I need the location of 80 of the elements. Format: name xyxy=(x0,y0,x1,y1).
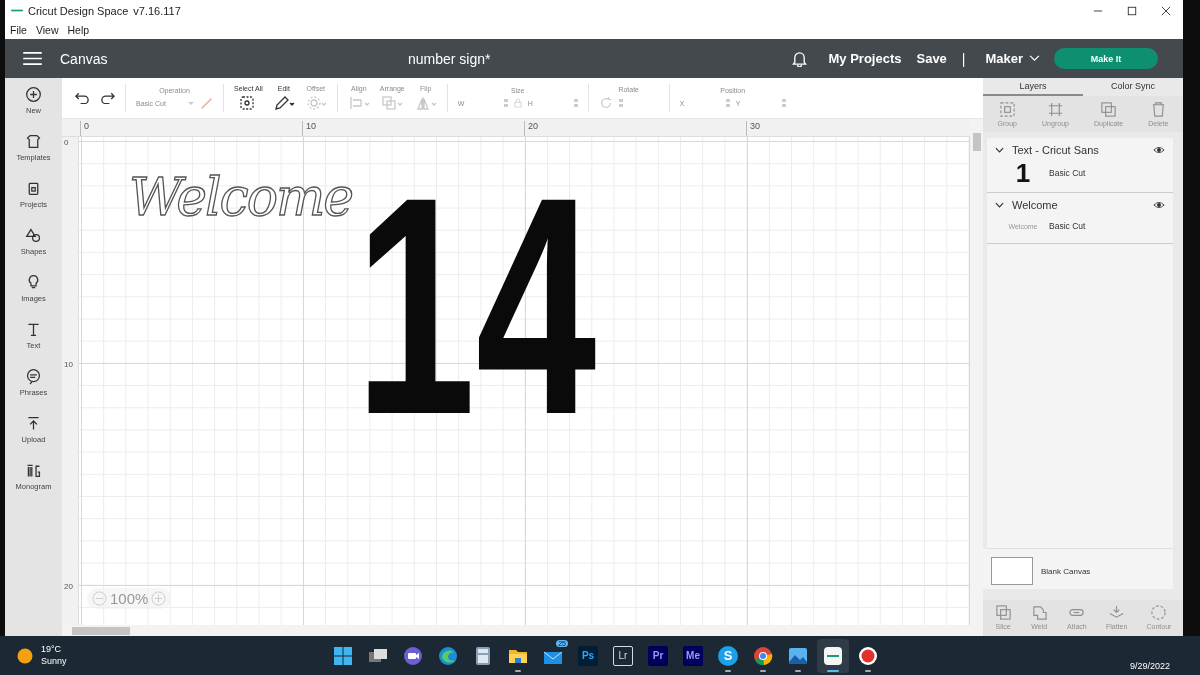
ruler-label: 10 xyxy=(302,121,316,136)
app-tile-icon[interactable]: Pr xyxy=(648,645,668,666)
flip-icon xyxy=(414,95,437,111)
window-title: Cricut Design Space xyxy=(28,4,129,17)
panel-tab[interactable]: Color Sync xyxy=(1083,78,1183,96)
photos-icon[interactable] xyxy=(788,645,808,666)
header-link[interactable]: My Projects xyxy=(828,51,902,66)
chevron-icon xyxy=(1029,55,1041,62)
eye-icon[interactable] xyxy=(1153,146,1165,154)
rotate-icon xyxy=(598,96,613,110)
temperature: 19°C xyxy=(41,644,63,656)
monogram-icon xyxy=(25,462,42,479)
menu-icon[interactable] xyxy=(23,52,42,65)
separator: | xyxy=(961,50,966,67)
maximize-icon[interactable] xyxy=(1127,5,1137,16)
project-name: number sign* xyxy=(408,50,491,67)
close-icon[interactable] xyxy=(1161,5,1171,16)
taskbar-date: 9/29/2022 xyxy=(1129,661,1170,671)
app-tile-icon[interactable]: Me xyxy=(683,645,703,666)
app-tile-icon[interactable]: Ps xyxy=(578,645,598,666)
shirt-icon xyxy=(25,133,42,150)
ruler-label: 30 xyxy=(746,121,760,136)
header-link[interactable]: Save xyxy=(916,51,947,66)
dashed-circle-icon xyxy=(1150,604,1168,621)
align-icon xyxy=(347,95,370,111)
machine-dropdown[interactable]: Maker xyxy=(985,51,1041,66)
vertical-scrollbar[interactable] xyxy=(970,119,983,636)
horizontal-scrollbar[interactable] xyxy=(62,625,970,636)
ruler-label: 0 xyxy=(64,139,70,148)
chevron-icon[interactable] xyxy=(995,147,1004,153)
arrange-icon xyxy=(381,95,404,111)
chat-icon[interactable] xyxy=(403,645,423,666)
sun-icon[interactable] xyxy=(17,647,33,664)
menu-item[interactable]: Help xyxy=(67,24,90,36)
ruler-label: 20 xyxy=(524,121,538,136)
number-text[interactable]: 14 xyxy=(355,151,597,461)
ruler-label: 20 xyxy=(64,583,74,592)
layer-name[interactable]: Welcome xyxy=(1012,199,1145,211)
duplicate-icon xyxy=(1100,101,1118,118)
record-icon[interactable] xyxy=(858,645,878,666)
group-icon xyxy=(998,101,1016,118)
add-icon xyxy=(25,86,42,103)
windows-start-icon[interactable] xyxy=(333,645,353,666)
section-title: Canvas xyxy=(60,50,109,67)
welcome-text[interactable]: Welcome xyxy=(129,169,353,227)
upload-icon xyxy=(25,415,42,432)
operation-label: Basic Cut xyxy=(1049,221,1086,231)
version-label: v7.16.117 xyxy=(133,4,181,17)
chevron-icon[interactable] xyxy=(995,202,1004,208)
grid-icon xyxy=(1047,101,1064,118)
calculator-icon[interactable] xyxy=(473,645,493,666)
app-logo-icon xyxy=(11,8,23,13)
browser-icon[interactable] xyxy=(753,645,773,666)
zoom-level: 100% xyxy=(110,590,149,607)
make-it-button[interactable]: Make It xyxy=(1054,48,1159,69)
browser-icon[interactable] xyxy=(438,645,458,666)
ruler-label: 10 xyxy=(64,361,74,370)
bell-icon[interactable] xyxy=(791,50,807,67)
speech-bubble-icon xyxy=(25,368,42,385)
redo-icon[interactable] xyxy=(100,92,115,104)
flatten-icon xyxy=(1108,604,1126,621)
menu-item[interactable]: File xyxy=(10,24,27,36)
ruler-label: 0 xyxy=(80,121,89,136)
offset-icon xyxy=(304,95,327,111)
weather-condition: Sunny xyxy=(41,655,67,667)
canvas-label: Blank Canvas xyxy=(1041,566,1091,576)
caret-icon xyxy=(188,101,194,105)
canvas-swatch[interactable] xyxy=(991,557,1033,585)
undo-icon[interactable] xyxy=(75,92,90,104)
shapes-icon xyxy=(25,227,42,244)
menu-item[interactable]: View xyxy=(35,24,59,36)
operation-label: Basic Cut xyxy=(1049,168,1086,178)
slice-icon xyxy=(994,604,1012,621)
layer-name[interactable]: Text - Cricut Sans xyxy=(1012,144,1145,156)
eye-icon[interactable] xyxy=(1153,201,1165,209)
pencil-icon xyxy=(272,95,295,111)
layer-thumbnail: 1 xyxy=(1014,160,1032,186)
weld-icon xyxy=(1030,604,1048,621)
app-tile-icon[interactable]: Lr xyxy=(613,645,633,666)
text-icon xyxy=(25,321,42,338)
